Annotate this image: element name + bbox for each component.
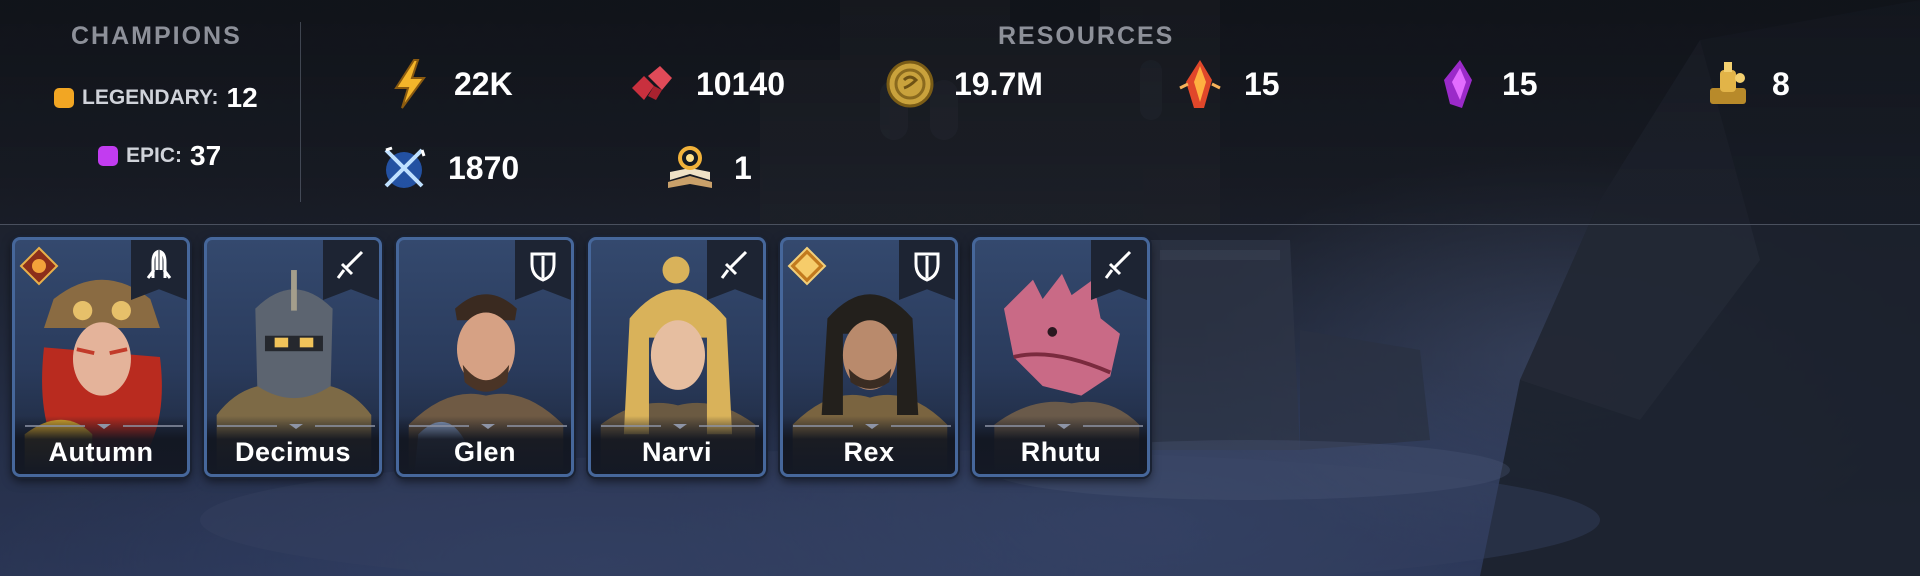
force-affinity-icon <box>19 246 59 286</box>
section-divider <box>300 22 301 202</box>
champion-name: Glen <box>453 437 516 467</box>
champion-card-decimus[interactable]: Decimus <box>204 237 382 477</box>
energy-value: 22K <box>454 65 513 102</box>
resource-rubies: 10140 <box>624 56 785 112</box>
name-divider <box>985 424 1143 429</box>
champion-card-glen[interactable]: Glen <box>396 237 574 477</box>
champion-name: Rhutu <box>1020 437 1102 467</box>
gold-potion-value: 8 <box>1772 65 1790 102</box>
name-divider <box>217 424 375 429</box>
champion-card-rex[interactable]: Rex <box>780 237 958 477</box>
legendary-count: LEGENDARY: 12 <box>54 82 258 114</box>
name-divider <box>601 424 759 429</box>
resource-gold-potion: 8 <box>1700 56 1790 112</box>
champion-name: Rex <box>843 437 895 467</box>
champion-cards: Autumn Decimus Glen Narvi Rex Rhutu <box>12 237 1150 477</box>
silver-coin-icon <box>882 56 938 112</box>
void-shard-value: 15 <box>1502 65 1538 102</box>
champion-card-rhutu[interactable]: Rhutu <box>972 237 1150 477</box>
arena-tokens-value: 1870 <box>448 149 520 186</box>
resource-sacred-shard: 15 <box>1172 56 1280 112</box>
name-divider <box>793 424 951 429</box>
resource-arena-tokens: 1870 <box>376 140 519 196</box>
resource-energy: 22K <box>382 56 513 112</box>
legendary-rarity-icon <box>54 88 74 108</box>
champion-name: Autumn <box>48 437 154 467</box>
arena-tokens-icon <box>376 140 432 196</box>
epic-rarity-icon <box>98 146 118 166</box>
resource-void-shard: 15 <box>1430 56 1538 112</box>
sacred-shard-icon <box>1172 56 1228 112</box>
book-icon <box>662 140 718 196</box>
epic-label: EPIC: <box>126 144 183 167</box>
legendary-value: 12 <box>226 82 258 113</box>
rubies-value: 10140 <box>696 65 785 102</box>
champion-name: Decimus <box>234 437 352 467</box>
epic-count: EPIC: 37 <box>98 140 221 172</box>
champion-card-narvi[interactable]: Narvi <box>588 237 766 477</box>
energy-icon <box>382 56 438 112</box>
resources-title: RESOURCES <box>998 22 1175 50</box>
header-panel <box>0 0 1920 225</box>
silver-value: 19.7M <box>954 65 1043 102</box>
book-value: 1 <box>734 149 752 186</box>
champion-card-autumn[interactable]: Autumn <box>12 237 190 477</box>
legendary-label: LEGENDARY: <box>82 86 219 109</box>
champions-title: CHAMPIONS <box>71 22 242 50</box>
name-divider <box>25 424 183 429</box>
rubies-icon <box>624 56 680 112</box>
epic-value: 37 <box>190 140 222 171</box>
resource-silver: 19.7M <box>882 56 1043 112</box>
champion-name: Narvi <box>641 437 713 467</box>
resource-book: 1 <box>662 140 752 196</box>
spirit-affinity-icon <box>787 246 827 286</box>
name-divider <box>409 424 567 429</box>
gold-potion-icon <box>1700 56 1756 112</box>
void-shard-icon <box>1430 56 1486 112</box>
sacred-shard-value: 15 <box>1244 65 1280 102</box>
